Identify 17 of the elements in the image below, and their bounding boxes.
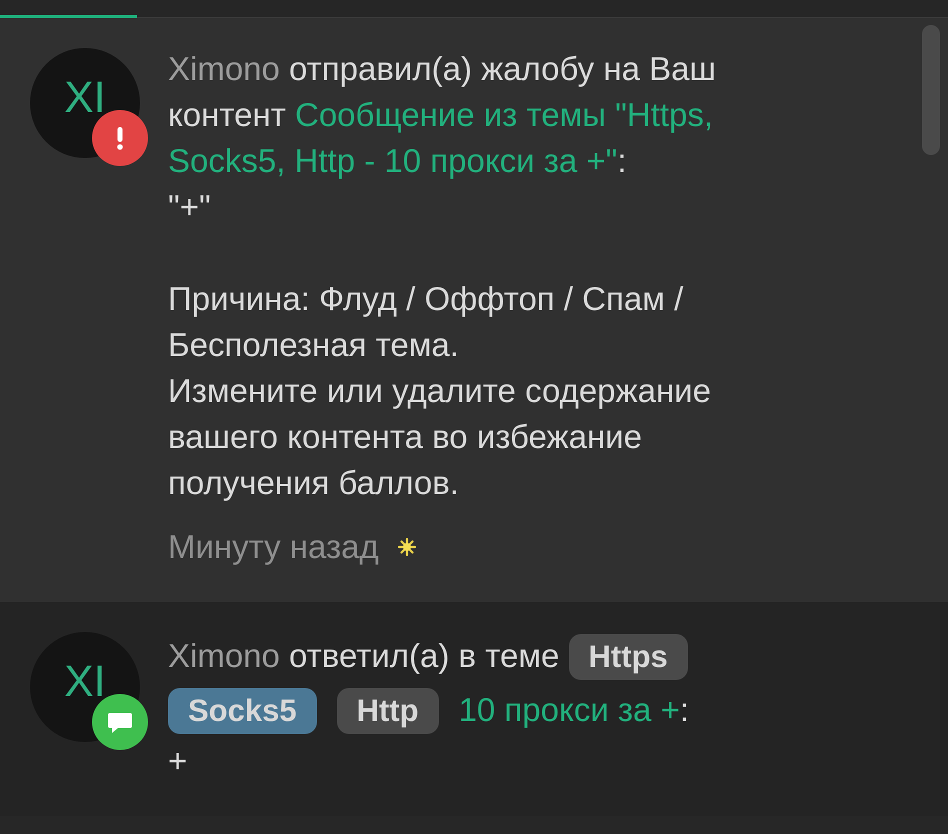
thread-link[interactable]: Сообщение из темы "Https, <box>295 96 714 133</box>
scrollbar-thumb[interactable] <box>922 25 940 155</box>
tag[interactable]: Http <box>336 688 439 734</box>
user-link[interactable]: Ximono <box>168 50 280 87</box>
notification-text: Ximono отправил(а) жалобу на Ваш контент Сообщение из темы "Https, Socks5, Http - 10 прокси за +": <box>168 49 717 181</box>
thread-link[interactable]: 10 прокси за + <box>458 691 680 728</box>
tag[interactable]: Https <box>568 634 688 680</box>
tag[interactable]: Socks5 <box>168 688 317 734</box>
message-text: "+" <box>168 187 212 227</box>
thread-link[interactable]: Socks5, Http - 10 прокси за +" <box>168 142 618 179</box>
message-text: Измените или удалите содержание вашего контента во избежание получения баллов. <box>168 371 712 503</box>
notification-item[interactable] <box>0 18 948 602</box>
message-text: + <box>168 741 188 781</box>
notification-text: Ximono ответил(а) в теме Https Socks5 Http 10 прокси за +: <box>168 630 808 738</box>
timestamp: Минуту назад <box>168 527 379 567</box>
message-text: Причина: Флуд / Оффтоп / Спам / Бесполезная тема. <box>168 279 684 365</box>
user-link[interactable]: Ximono <box>168 637 280 674</box>
